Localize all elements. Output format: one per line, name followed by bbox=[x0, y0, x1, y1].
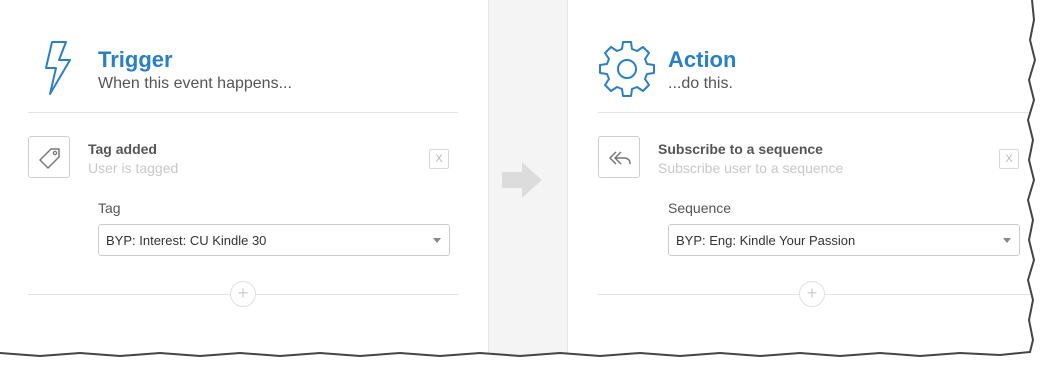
trigger-step-title: Tag added bbox=[88, 141, 157, 157]
action-add-step-button[interactable]: + bbox=[799, 281, 825, 307]
trigger-step-subtitle: User is tagged bbox=[88, 160, 179, 176]
trigger-remove-step-button[interactable]: X bbox=[429, 149, 449, 169]
chevron-down-icon bbox=[433, 238, 441, 243]
trigger-title: Trigger bbox=[98, 47, 173, 72]
tag-select[interactable]: BYP: Interest: CU Kindle 30 bbox=[98, 224, 450, 256]
action-subtitle: ...do this. bbox=[668, 75, 733, 92]
trigger-step-icon-box[interactable] bbox=[28, 136, 70, 178]
gear-icon bbox=[598, 40, 656, 103]
flow-divider bbox=[488, 0, 568, 358]
sequence-select[interactable]: BYP: Eng: Kindle Your Passion bbox=[668, 224, 1020, 256]
chevron-down-icon bbox=[1003, 238, 1011, 243]
action-header-divider bbox=[598, 112, 1038, 113]
tag-select-value: BYP: Interest: CU Kindle 30 bbox=[106, 233, 267, 248]
arrow-right-icon bbox=[502, 162, 542, 198]
action-step-subtitle: Subscribe user to a sequence bbox=[658, 160, 844, 176]
sequence-select-value: BYP: Eng: Kindle Your Passion bbox=[676, 233, 856, 248]
action-step-title: Subscribe to a sequence bbox=[658, 141, 823, 157]
trigger-header-divider bbox=[28, 112, 458, 113]
trigger-panel: Trigger When this event happens... Tag a… bbox=[0, 0, 488, 358]
action-title: Action bbox=[668, 47, 737, 72]
action-step-icon-box[interactable] bbox=[598, 136, 640, 178]
reply-all-icon bbox=[609, 151, 631, 165]
tag-field-label: Tag bbox=[98, 200, 121, 216]
tag-icon bbox=[39, 148, 60, 169]
lightning-icon bbox=[40, 40, 74, 101]
trigger-add-step-button[interactable]: + bbox=[230, 281, 256, 307]
sequence-field-label: Sequence bbox=[668, 200, 732, 216]
action-panel: Action ...do this. Subscribe to a sequen… bbox=[568, 0, 1038, 358]
trigger-subtitle: When this event happens... bbox=[98, 75, 292, 92]
action-remove-step-button[interactable]: X bbox=[999, 149, 1019, 169]
